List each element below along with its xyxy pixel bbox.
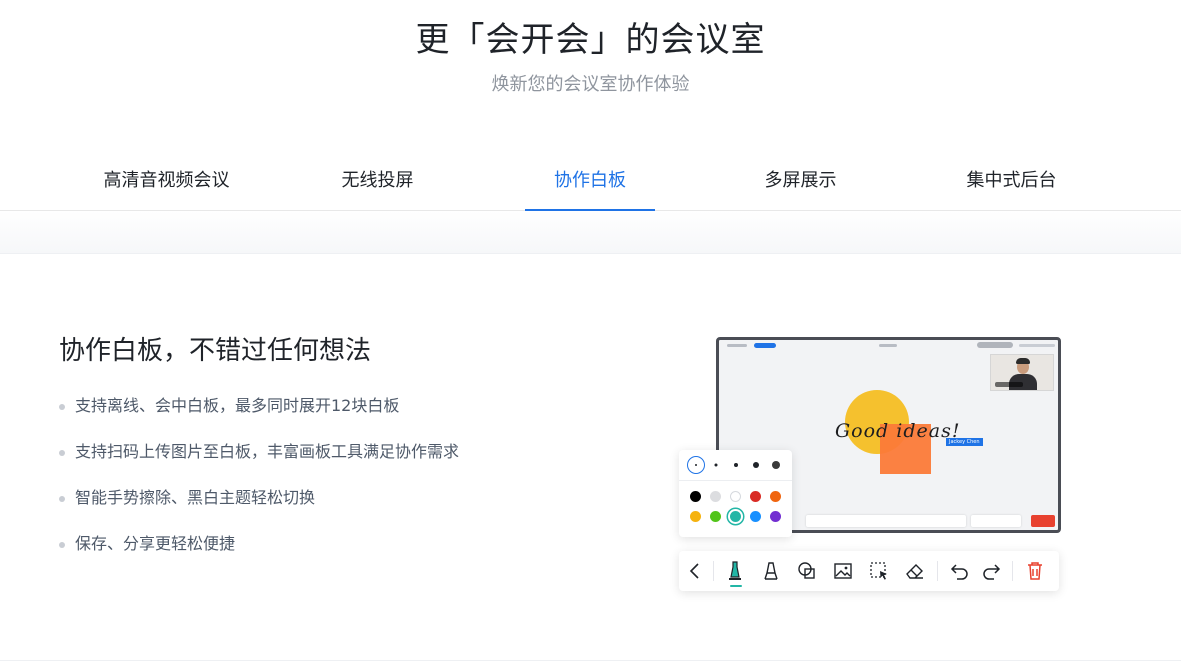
- screen-room-pill: [977, 342, 1013, 348]
- tab-wireless-projection[interactable]: 无线投屏: [272, 150, 483, 211]
- redo-icon[interactable]: [979, 559, 1003, 583]
- bullet-icon: [59, 450, 65, 456]
- color-swatch-purple[interactable]: [770, 511, 781, 522]
- screen-topbar: [719, 340, 1058, 350]
- pen-size-xs[interactable]: [687, 456, 705, 474]
- list-item: 支持离线、会中白板，最多同时展开12块白板: [59, 394, 459, 440]
- bullet-icon: [59, 542, 65, 548]
- color-swatch-teal[interactable]: [730, 511, 741, 522]
- screen-info-placeholder: [1019, 344, 1055, 347]
- feature-tabs: 高清音视频会议 无线投屏 协作白板 多屏展示 集中式后台: [0, 150, 1181, 212]
- undo-icon[interactable]: [948, 559, 972, 583]
- eraser-icon[interactable]: [903, 559, 927, 583]
- bullet-icon: [59, 404, 65, 410]
- screen-audio-controls: [971, 515, 1021, 527]
- pen-size-xl[interactable]: [767, 456, 785, 474]
- list-item: 保存、分享更轻松便捷: [59, 532, 459, 578]
- select-icon[interactable]: [867, 559, 891, 583]
- tab-av-meeting[interactable]: 高清音视频会议: [61, 150, 272, 211]
- hero-subtitle: 焕新您的会议室协作体验: [491, 74, 690, 95]
- color-swatch-gray[interactable]: [710, 491, 721, 502]
- feature-list: 支持离线、会中白板，最多同时展开12块白板 支持扫码上传图片至白板，丰富画板工具…: [59, 394, 459, 578]
- color-swatch-black[interactable]: [690, 491, 701, 502]
- pen-size-s[interactable]: [707, 456, 725, 474]
- pen-settings-popover: [679, 450, 792, 537]
- hero-title: 更「会开会」的会议室: [415, 20, 766, 60]
- feature-point: 支持离线、会中白板，最多同时展开12块白板: [75, 396, 400, 415]
- toolbar-divider: [713, 561, 714, 581]
- highlighter-icon[interactable]: [759, 559, 783, 583]
- image-icon[interactable]: [831, 559, 855, 583]
- pen-size-m[interactable]: [727, 456, 745, 474]
- screen-status-icons: [727, 344, 747, 347]
- participant-hair: [1016, 358, 1030, 364]
- pen-icon[interactable]: [723, 559, 747, 583]
- color-swatch-red[interactable]: [750, 491, 761, 502]
- screen-title-placeholder: [879, 344, 897, 347]
- shapes-icon[interactable]: [795, 559, 819, 583]
- collaborator-cursor-tag: Jackey Chen: [946, 438, 983, 446]
- color-swatch-white[interactable]: [730, 491, 741, 502]
- feature-point: 保存、分享更轻松便捷: [75, 534, 236, 553]
- popover-divider: [679, 480, 792, 481]
- toolbar-divider: [937, 561, 938, 581]
- feature-point: 智能手势擦除、黑白主题轻松切换: [75, 488, 316, 507]
- screen-end-button: [1031, 515, 1055, 527]
- handwriting-text: Good ideas!: [835, 420, 961, 442]
- pen-size-options: [687, 456, 785, 476]
- feature-point: 支持扫码上传图片至白板，丰富画板工具满足协作需求: [75, 442, 460, 461]
- toolbar-divider: [1012, 561, 1013, 581]
- color-swatch-green[interactable]: [710, 511, 721, 522]
- delete-icon[interactable]: [1023, 559, 1047, 583]
- participant-video: [990, 354, 1054, 391]
- tab-central-admin[interactable]: 集中式后台: [906, 150, 1117, 211]
- tab-multi-screen[interactable]: 多屏展示: [695, 150, 906, 211]
- feature-panel: 协作白板，不错过任何想法 支持离线、会中白板，最多同时展开12块白板 支持扫码上…: [0, 253, 1181, 661]
- back-icon[interactable]: [683, 559, 707, 583]
- color-swatch-blue[interactable]: [750, 511, 761, 522]
- bullet-icon: [59, 496, 65, 502]
- section-divider-band: [0, 211, 1181, 253]
- color-swatch-orange[interactable]: [770, 491, 781, 502]
- tab-whiteboard[interactable]: 协作白板: [525, 150, 655, 212]
- active-tool-indicator: [730, 585, 742, 587]
- list-item: 支持扫码上传图片至白板，丰富画板工具满足协作需求: [59, 440, 459, 486]
- screen-toolbar: [806, 515, 966, 527]
- whiteboard-toolbar: [679, 551, 1059, 591]
- screen-recording-pill: [754, 343, 776, 348]
- pen-size-l[interactable]: [747, 456, 765, 474]
- feature-title: 协作白板，不错过任何想法: [59, 336, 372, 366]
- color-swatch-yellow[interactable]: [690, 511, 701, 522]
- participant-label: [995, 382, 1023, 387]
- list-item: 智能手势擦除、黑白主题轻松切换: [59, 486, 459, 532]
